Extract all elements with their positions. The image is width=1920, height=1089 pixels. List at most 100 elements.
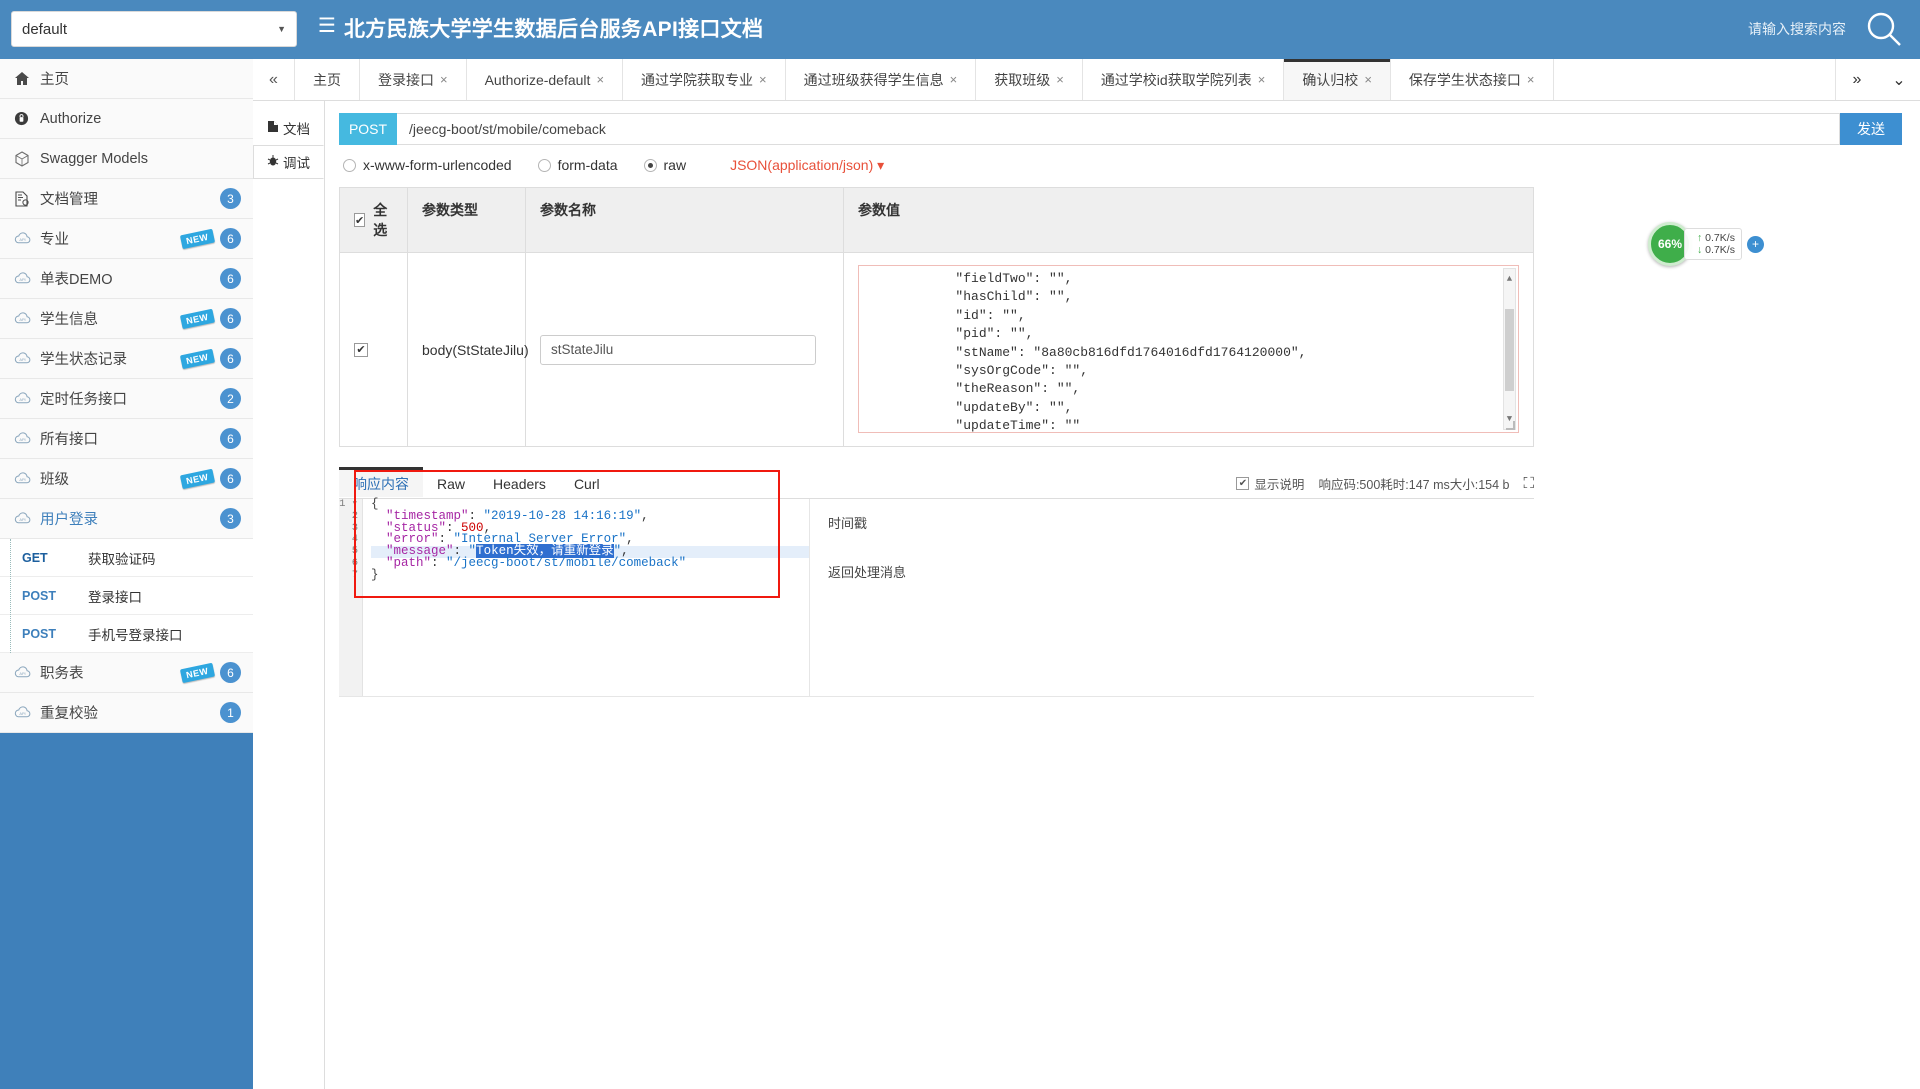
select-all-checkbox[interactable]: ✔ bbox=[354, 213, 366, 227]
close-icon[interactable]: × bbox=[1527, 72, 1535, 87]
tabs-scroll-right-icon[interactable]: » bbox=[1836, 59, 1878, 100]
tab-label: 保存学生状态接口 bbox=[1408, 71, 1521, 88]
tab-label: 主页 bbox=[313, 71, 341, 88]
close-icon[interactable]: × bbox=[440, 72, 448, 87]
tabs-scroll-left-icon[interactable]: « bbox=[253, 59, 295, 100]
param-name-input[interactable]: stStateJilu bbox=[540, 334, 816, 365]
sidebar-endpoint-手机号登录接口[interactable]: POST 手机号登录接口 bbox=[0, 615, 253, 653]
content-type-dropdown[interactable]: JSON(application/json) ▾ bbox=[730, 157, 884, 174]
cloud-api-icon: API bbox=[14, 312, 40, 325]
select-all-cell[interactable]: ✔ 全选 bbox=[340, 188, 408, 253]
line-number: 1 ▾ bbox=[339, 498, 358, 510]
sidebar-item-学生状态记录[interactable]: API 学生状态记录 NEW 6 bbox=[0, 339, 253, 379]
network-speed-widget[interactable]: 66% ↑ 0.7K/s ↓ 0.7K/s + bbox=[1648, 222, 1764, 266]
search-input[interactable]: 请输入搜索内容 bbox=[1748, 19, 1846, 39]
show-desc-checkbox[interactable]: ✔ bbox=[1236, 477, 1250, 490]
tab-label: 登录接口 bbox=[378, 71, 434, 88]
sidebar-item-学生信息[interactable]: API 学生信息 NEW 6 bbox=[0, 299, 253, 339]
tab-curl[interactable]: Curl bbox=[560, 469, 614, 499]
send-button[interactable]: 发送 bbox=[1840, 113, 1902, 145]
tab-response-content[interactable]: 响应内容 bbox=[339, 467, 423, 497]
json-line: "fieldTwo": "", bbox=[893, 271, 1073, 286]
cloud-api-icon: API bbox=[14, 432, 40, 445]
sidebar-item-单表DEMO[interactable]: API 单表DEMO 6 bbox=[0, 259, 253, 299]
sidebar-item-班级[interactable]: API 班级 NEW 6 bbox=[0, 459, 253, 499]
upload-rate: 0.7K/s bbox=[1705, 232, 1735, 244]
radio-dot bbox=[343, 158, 356, 172]
scroll-up-icon[interactable]: ▲ bbox=[1504, 270, 1515, 288]
group-select[interactable]: default ▼ bbox=[11, 11, 297, 47]
param-table-header: ✔ 全选 参数类型 参数名称 参数值 bbox=[340, 188, 1533, 253]
new-badge-icon: NEW bbox=[179, 308, 215, 329]
json-line: "stName": "8a80cb816dfd1764016dfd1764120… bbox=[893, 344, 1307, 360]
radio-form-data[interactable]: form-data bbox=[537, 157, 618, 173]
close-icon[interactable]: × bbox=[759, 72, 767, 87]
sidebar-item-label: 所有接口 bbox=[40, 432, 98, 448]
cloud-api-icon: API bbox=[14, 392, 40, 405]
sidebar-item-主页[interactable]: 主页 bbox=[0, 59, 253, 99]
radio-raw[interactable]: raw bbox=[643, 157, 686, 173]
show-desc-toggle[interactable]: ✔ 显示说明 bbox=[1236, 474, 1304, 493]
sidebar-item-用户登录[interactable]: API 用户登录 3 bbox=[0, 499, 253, 539]
svg-text:API: API bbox=[19, 517, 25, 522]
http-method-badge[interactable]: POST bbox=[339, 113, 397, 145]
radio-x-www-form-urlencoded[interactable]: x-www-form-urlencoded bbox=[343, 157, 512, 173]
sidebar-item-文档管理[interactable]: 文档管理 3 bbox=[0, 179, 253, 219]
response-code-pane[interactable]: 1 ▾ 2 3 4 5 6 7 { "timestamp": "2019-10-28 14:… bbox=[339, 498, 809, 696]
tab-确认归校[interactable]: 确认归校 × bbox=[1284, 59, 1391, 100]
svg-text:API: API bbox=[19, 711, 25, 716]
close-icon[interactable]: × bbox=[1364, 72, 1372, 87]
json-line: "pid": "", bbox=[893, 326, 1034, 342]
response-tabs: 响应内容 Raw Headers Curl ✔ 显示说明 响应码:500耗时:1… bbox=[339, 467, 1534, 499]
json-body-textarea[interactable]: "fieldTwo": "", "hasChild": "", "id": ""… bbox=[858, 265, 1519, 433]
svg-text:API: API bbox=[19, 357, 25, 362]
scroll-thumb[interactable] bbox=[1505, 309, 1514, 391]
tab-headers[interactable]: Headers bbox=[479, 469, 560, 499]
vtab-debug[interactable]: 调试 bbox=[253, 145, 324, 179]
json-scrollbar[interactable]: ▲ ▼ bbox=[1503, 268, 1516, 430]
tabs-dropdown-icon[interactable]: ⌄ bbox=[1878, 59, 1920, 100]
row-select-cell[interactable]: ✔ bbox=[340, 253, 408, 447]
speed-add-button[interactable]: + bbox=[1746, 235, 1764, 253]
sidebar-item-重复校验[interactable]: API 重复校验 1 bbox=[0, 693, 253, 733]
close-icon[interactable]: × bbox=[950, 72, 958, 87]
close-icon[interactable]: × bbox=[1258, 72, 1266, 87]
resize-grip[interactable] bbox=[1506, 421, 1515, 430]
svg-text:API: API bbox=[19, 237, 25, 242]
sidebar-item-Swagger Models[interactable]: Swagger Models bbox=[0, 139, 253, 179]
close-icon[interactable]: × bbox=[596, 72, 604, 87]
sidebar-endpoint-登录接口[interactable]: POST 登录接口 bbox=[0, 577, 253, 615]
sidebar-item-职务表[interactable]: API 职务表 NEW 6 bbox=[0, 653, 253, 693]
radio-label: x-www-form-urlencoded bbox=[363, 157, 512, 173]
row-param-value-cell: "fieldTwo": "", "hasChild": "", "id": ""… bbox=[844, 253, 1533, 447]
search-icon[interactable] bbox=[1862, 7, 1906, 51]
sidebar-item-定时任务接口[interactable]: API 定时任务接口 2 bbox=[0, 379, 253, 419]
sidebar-item-label: 职务表 bbox=[40, 666, 84, 682]
tab-获取班级[interactable]: 获取班级 × bbox=[976, 59, 1083, 100]
tab-raw[interactable]: Raw bbox=[423, 469, 479, 499]
tab-通过班级获得学生信息[interactable]: 通过班级获得学生信息 × bbox=[786, 59, 977, 100]
svg-text:API: API bbox=[19, 317, 25, 322]
sidebar: 主页 Authorize Swagger Models 文档管理 3 API 专业 NEW 6 A… bbox=[0, 59, 253, 1089]
request-url-input[interactable]: /jeecg-boot/st/mobile/comeback bbox=[397, 113, 1840, 145]
tab-主页[interactable]: 主页 bbox=[295, 59, 360, 100]
http-verb: GET bbox=[22, 550, 48, 565]
row-checkbox[interactable]: ✔ bbox=[354, 342, 368, 357]
tab-保存学生状态接口[interactable]: 保存学生状态接口 × bbox=[1391, 59, 1554, 100]
expand-icon[interactable]: ⛶ bbox=[1523, 475, 1534, 492]
tab-Authorize-default[interactable]: Authorize-default × bbox=[467, 59, 624, 100]
vtab-document[interactable]: 文档 bbox=[253, 111, 324, 145]
close-icon[interactable]: × bbox=[1056, 72, 1064, 87]
hamburger-icon[interactable]: ☰ bbox=[318, 16, 336, 36]
json-line: "updateBy": "", bbox=[893, 399, 1073, 415]
sidebar-item-label: 重复校验 bbox=[40, 706, 98, 722]
line-number: 5 bbox=[351, 545, 358, 558]
tab-登录接口[interactable]: 登录接口 × bbox=[360, 59, 467, 100]
tab-通过学院获取专业[interactable]: 通过学院获取专业 × bbox=[623, 59, 786, 100]
sidebar-item-专业[interactable]: API 专业 NEW 6 bbox=[0, 219, 253, 259]
tab-通过学校id获取学院列表[interactable]: 通过学校id获取学院列表 × bbox=[1083, 59, 1285, 100]
sidebar-endpoint-获取验证码[interactable]: GET 获取验证码 bbox=[0, 539, 253, 577]
sidebar-item-Authorize[interactable]: Authorize bbox=[0, 99, 253, 139]
sidebar-item-label: 定时任务接口 bbox=[40, 392, 127, 408]
sidebar-item-所有接口[interactable]: API 所有接口 6 bbox=[0, 419, 253, 459]
